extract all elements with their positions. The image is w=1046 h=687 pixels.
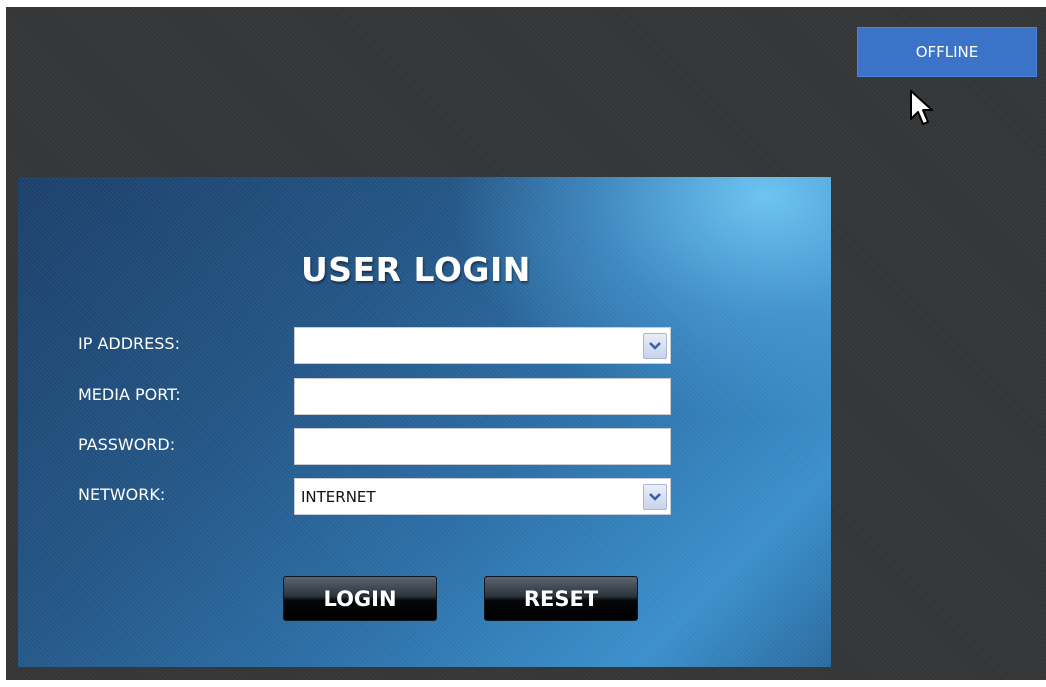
login-title: USER LOGIN [301, 250, 531, 289]
media-port-field[interactable] [294, 378, 671, 415]
media-port-label: MEDIA PORT: [78, 385, 181, 404]
media-port-input[interactable] [301, 379, 670, 414]
mouse-pointer-icon [910, 90, 933, 125]
network-label: NETWORK: [78, 485, 166, 504]
ip-address-dropdown-button[interactable] [643, 333, 667, 359]
app-window: OFFLINE USER LOGIN IP ADDRESS: MEDIA POR… [6, 7, 1046, 680]
chevron-down-icon [649, 342, 661, 350]
offline-button-label: OFFLINE [915, 43, 979, 61]
network-dropdown-button[interactable] [643, 484, 667, 510]
network-value: INTERNET [301, 487, 376, 506]
ip-address-select[interactable] [294, 327, 671, 364]
password-label: PASSWORD: [78, 435, 176, 454]
password-input[interactable] [301, 429, 670, 464]
password-field[interactable] [294, 428, 671, 465]
network-select[interactable]: INTERNET [294, 478, 671, 515]
login-button[interactable]: LOGIN [283, 576, 437, 621]
chevron-down-icon [649, 493, 661, 501]
login-panel: USER LOGIN IP ADDRESS: MEDIA PORT: PASSW… [18, 177, 831, 667]
reset-button[interactable]: RESET [484, 576, 638, 621]
offline-button[interactable]: OFFLINE [857, 27, 1037, 77]
ip-address-label: IP ADDRESS: [78, 334, 180, 353]
